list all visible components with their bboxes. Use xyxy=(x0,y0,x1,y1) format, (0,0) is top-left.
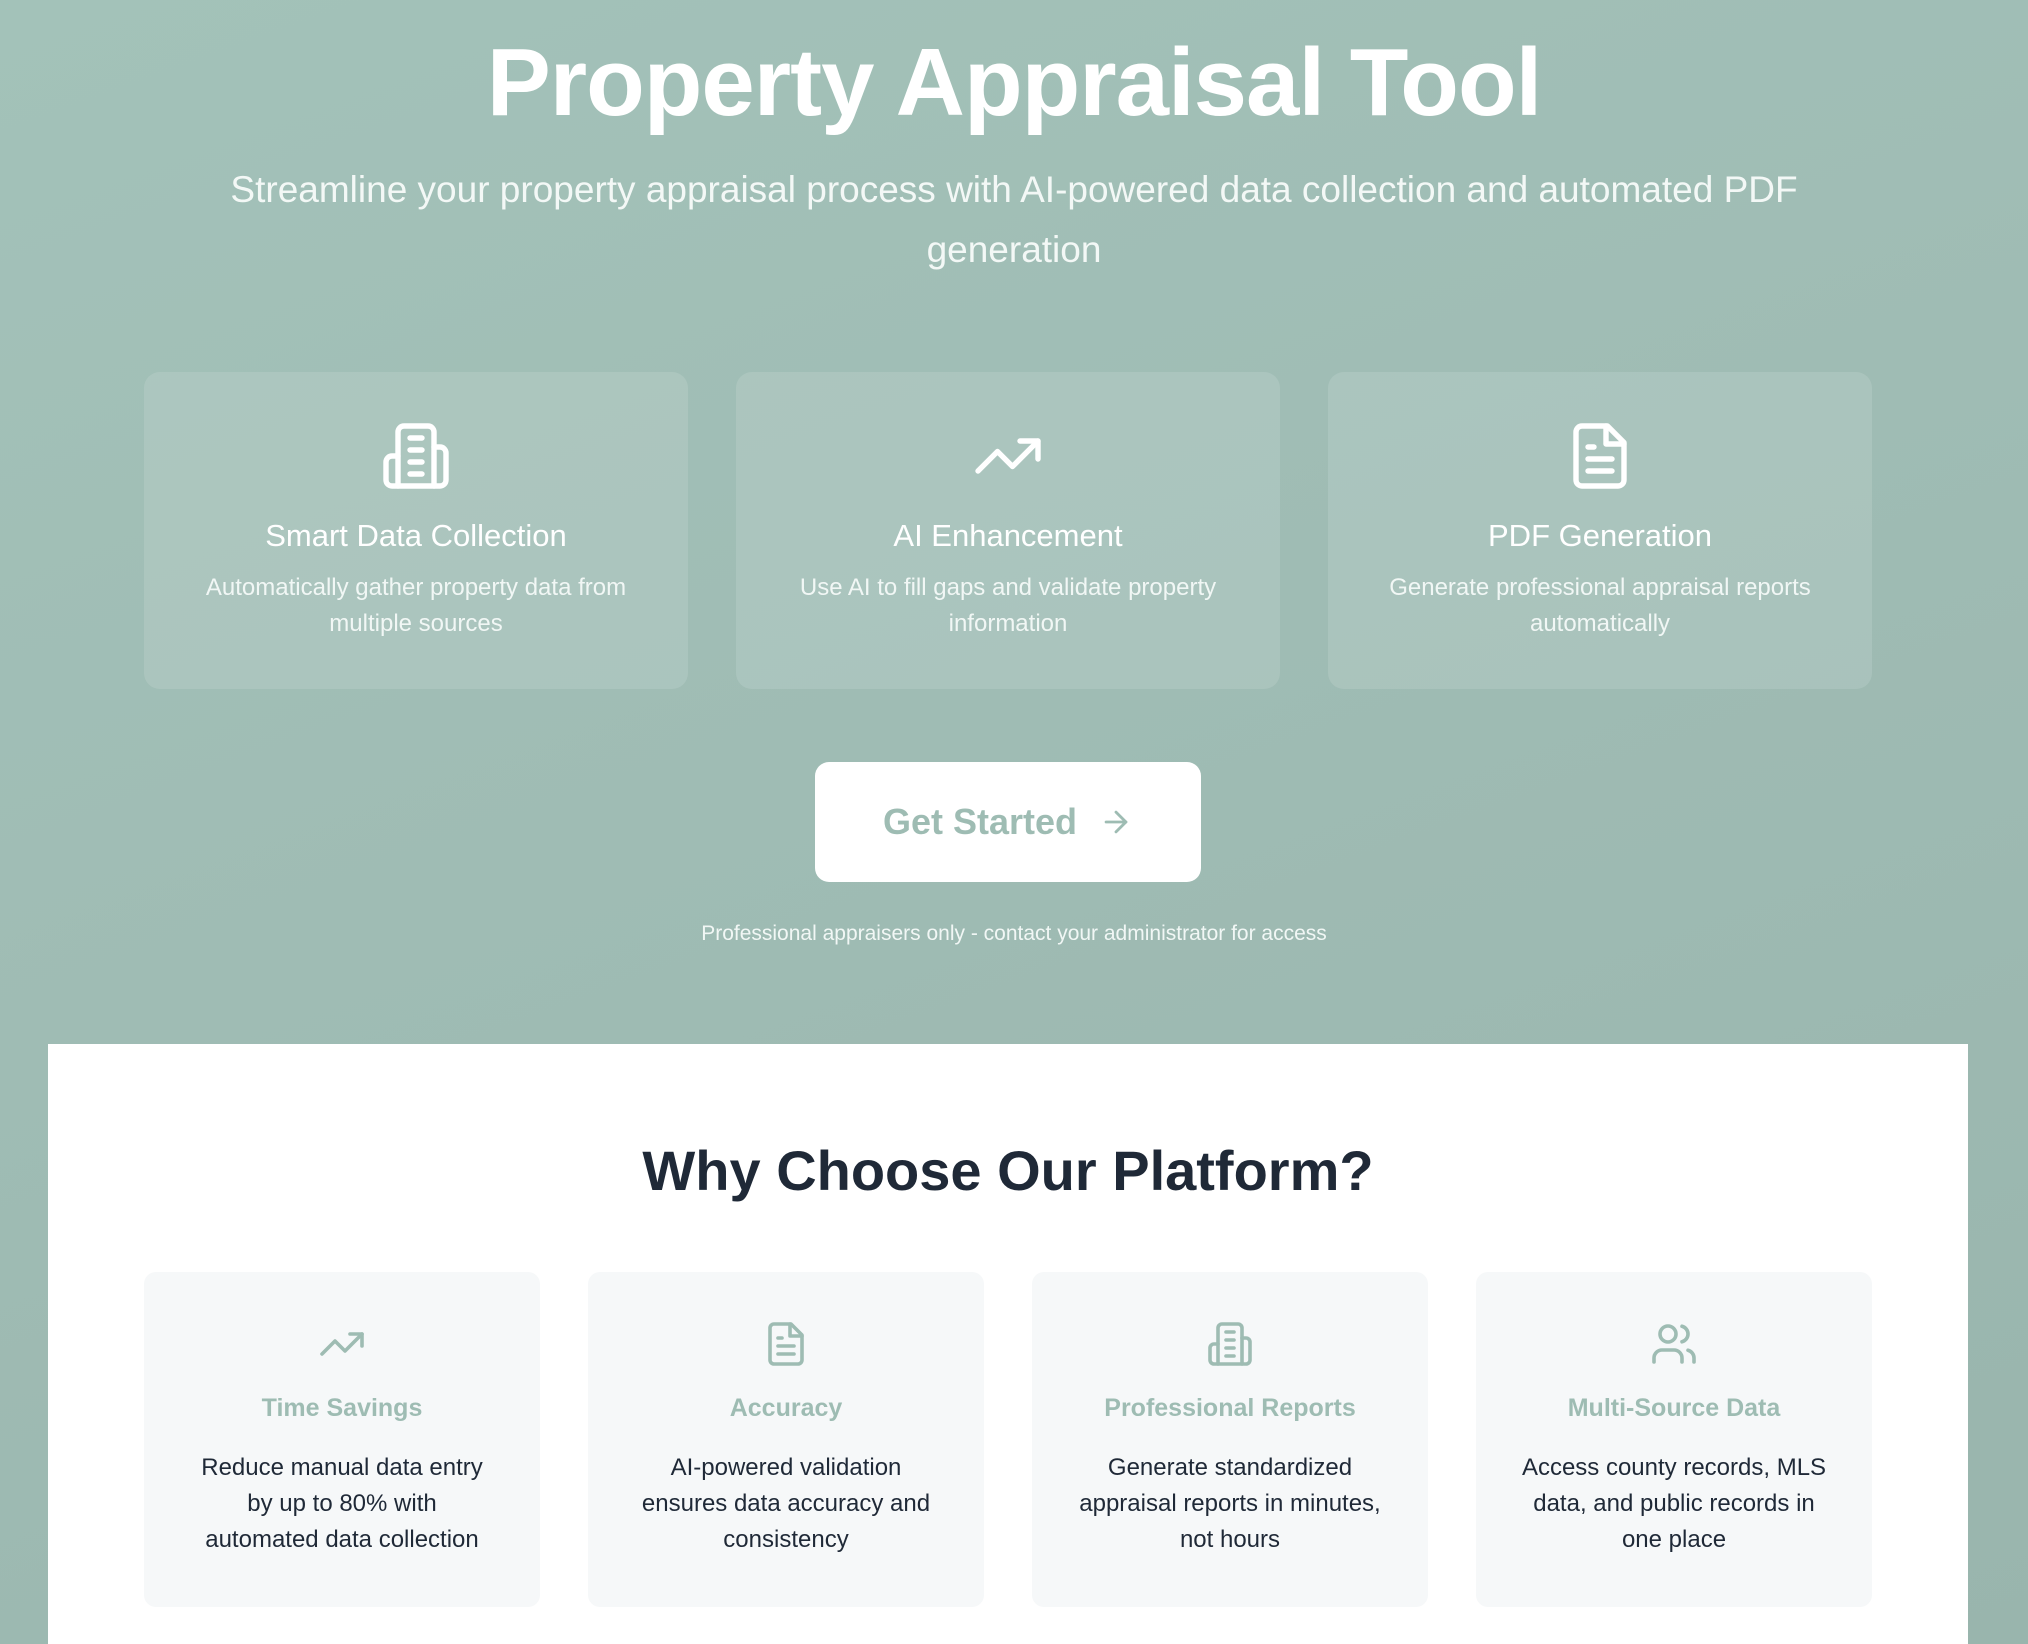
benefit-description: Access county records, MLS data, and pub… xyxy=(1521,1454,1827,1553)
feature-title: AI Enhancement xyxy=(893,518,1123,553)
benefit-card-professional-reports: Professional Reports Generate standardiz… xyxy=(1032,1272,1428,1607)
benefit-description: Reduce manual data entry by up to 80% wi… xyxy=(201,1454,483,1553)
benefit-card-multi-source: Multi-Source Data Access county records,… xyxy=(1476,1272,1872,1607)
feature-card-ai-enhancement: AI Enhancement Use AI to fill gaps and v… xyxy=(736,372,1280,689)
arrow-right-icon xyxy=(1104,810,1128,834)
get-started-label: Get Started xyxy=(882,801,1078,842)
benefit-title: Multi-Source Data xyxy=(1567,1394,1781,1422)
users-icon xyxy=(1652,1324,1696,1364)
feature-card-pdf-generation: PDF Generation Generate professional app… xyxy=(1328,372,1872,689)
benefit-description: Generate standardized appraisal reports … xyxy=(1079,1454,1381,1553)
building-icon xyxy=(383,423,449,489)
access-note: Professional appraisers only - contact y… xyxy=(701,922,1327,945)
benefit-description: AI-powered validation ensures data accur… xyxy=(641,1454,931,1553)
page-title: Property Appraisal Tool xyxy=(486,29,1543,136)
benefit-title: Professional Reports xyxy=(1104,1394,1356,1422)
document-icon xyxy=(768,1322,804,1366)
building-icon xyxy=(1208,1322,1252,1366)
benefit-card-accuracy: Accuracy AI-powered validation ensures d… xyxy=(588,1272,984,1607)
why-choose-section: Why Choose Our Platform? Time Savings Re… xyxy=(48,1044,1968,1644)
feature-description: Automatically gather property data from … xyxy=(205,574,627,637)
feature-card-smart-data: Smart Data Collection Automatically gath… xyxy=(144,372,688,689)
feature-description: Use AI to fill gaps and validate propert… xyxy=(799,574,1217,637)
trending-up-icon xyxy=(320,1332,364,1356)
trending-up-icon xyxy=(975,438,1041,474)
feature-title: Smart Data Collection xyxy=(265,518,567,553)
benefit-title: Accuracy xyxy=(729,1394,843,1422)
feature-description: Generate professional appraisal reports … xyxy=(1389,574,1811,637)
benefit-card-time-savings: Time Savings Reduce manual data entry by… xyxy=(144,1272,540,1607)
feature-title: PDF Generation xyxy=(1488,518,1712,553)
hero-section: Property Appraisal Tool Streamline your … xyxy=(0,0,2028,1044)
get-started-button[interactable]: Get Started xyxy=(815,762,1201,882)
benefit-title: Time Savings xyxy=(261,1394,423,1422)
section-title: Why Choose Our Platform? xyxy=(642,1139,1374,1202)
document-icon xyxy=(1573,423,1627,489)
hero-subtitle: Streamline your property appraisal proce… xyxy=(230,169,1798,270)
